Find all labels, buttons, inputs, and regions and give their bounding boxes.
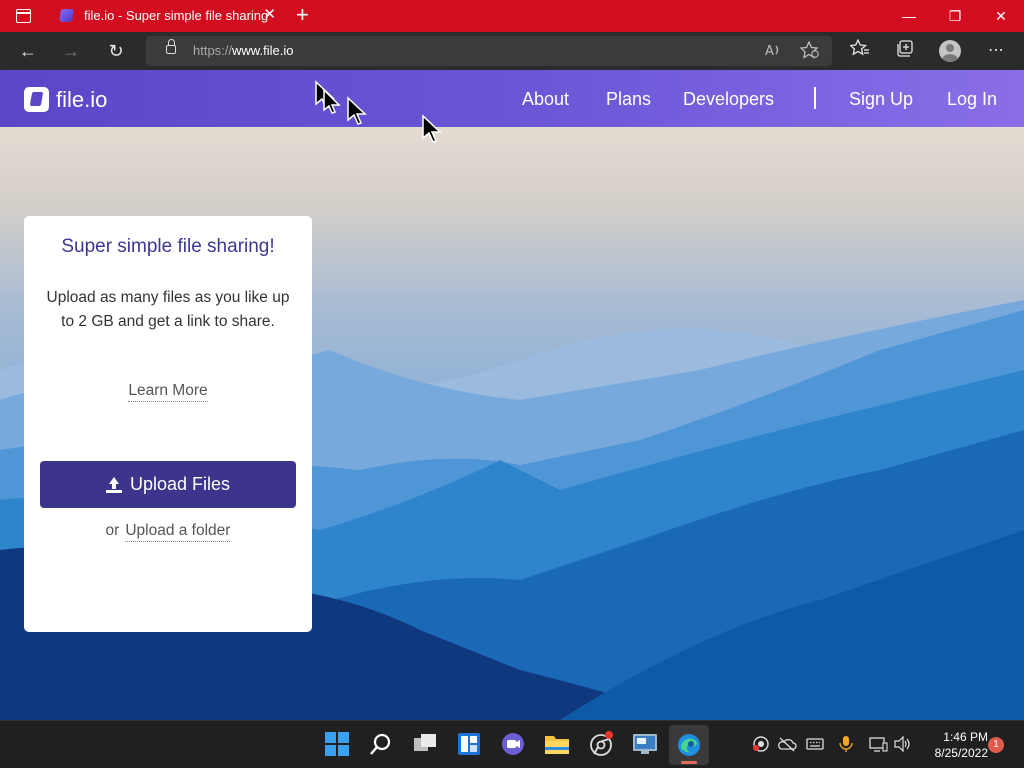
upload-files-button[interactable]: Upload Files <box>40 461 296 508</box>
learn-more-link-wrap: Learn More <box>24 382 312 402</box>
meet-now-icon[interactable] <box>752 735 770 757</box>
upload-folder-row: or Upload a folder <box>24 522 312 542</box>
favorites-icon[interactable] <box>848 38 872 63</box>
network-icon[interactable] <box>868 735 888 757</box>
tab-title: file.io - Super simple file sharing <box>84 8 269 23</box>
collections-icon[interactable] <box>893 39 917 63</box>
start-icon[interactable] <box>324 731 350 757</box>
site-header: file.io About Plans Developers Sign Up L… <box>0 70 1024 127</box>
site-logo[interactable]: file.io <box>24 87 107 112</box>
forward-icon[interactable]: → <box>59 39 83 63</box>
add-favorite-icon[interactable] <box>799 40 820 63</box>
nav-about[interactable]: About <box>522 89 569 109</box>
new-tab-icon[interactable]: + <box>296 3 309 27</box>
address-bar[interactable]: https://www.file.io A <box>146 36 832 66</box>
onedrive-icon[interactable] <box>777 735 797 757</box>
page-viewport: file.io About Plans Developers Sign Up L… <box>0 70 1024 720</box>
upload-files-label: Upload Files <box>129 474 231 494</box>
fileio-favicon-icon <box>59 9 74 22</box>
keyboard-icon[interactable] <box>805 735 825 757</box>
nav-log-in[interactable]: Log In <box>947 89 997 109</box>
clock-date: 8/25/2022 <box>934 746 988 760</box>
url-host: www.file.io <box>232 43 294 58</box>
edge-icon <box>678 734 700 756</box>
browser-toolbar: ← → ↻ https://www.file.io A ⋯ <box>0 32 1024 70</box>
chrome-icon[interactable] <box>588 731 614 757</box>
learn-more-link[interactable]: Learn More <box>128 382 208 402</box>
nav-plans[interactable]: Plans <box>606 89 651 109</box>
taskbar: 1:46 PM 8/25/2022 <box>0 720 1024 768</box>
or-text: or <box>105 522 120 539</box>
tab-close-icon[interactable]: ✕ <box>263 6 276 24</box>
logo-text: file.io <box>56 87 108 112</box>
browser-tab-bar: file.io - Super simple file sharing ✕ + … <box>0 0 1024 32</box>
active-app-indicator <box>681 761 697 764</box>
upload-card: Super simple file sharing! Upload as man… <box>24 216 312 632</box>
task-view-icon[interactable] <box>412 731 438 757</box>
lock-icon[interactable] <box>166 39 176 54</box>
search-icon[interactable] <box>368 731 394 757</box>
nav-sign-up[interactable]: Sign Up <box>849 89 913 109</box>
mouse-cursor-icon <box>315 80 341 114</box>
remote-desktop-icon[interactable] <box>632 731 658 757</box>
svg-text:A: A <box>765 44 774 59</box>
edge-taskbar-button[interactable] <box>669 725 709 765</box>
read-aloud-icon[interactable]: A <box>764 41 782 63</box>
profile-icon[interactable] <box>939 40 961 62</box>
nav-developers[interactable]: Developers <box>683 89 774 109</box>
restore-button[interactable]: ❐ <box>932 0 978 32</box>
address-url[interactable]: https://www.file.io <box>193 43 293 58</box>
card-description: Upload as many files as you like up to 2… <box>46 289 290 330</box>
mouse-cursor-icon <box>347 96 367 125</box>
tab-actions-icon[interactable] <box>16 9 31 23</box>
card-headline: Super simple file sharing! <box>61 236 275 257</box>
upload-icon <box>105 476 122 493</box>
more-icon[interactable]: ⋯ <box>984 39 1008 63</box>
teams-chat-icon[interactable] <box>500 731 526 757</box>
close-window-button[interactable]: ✕ <box>978 0 1024 32</box>
microphone-icon[interactable] <box>838 735 854 757</box>
volume-icon[interactable] <box>893 735 913 757</box>
mouse-cursor-icon <box>422 114 442 143</box>
file-explorer-icon[interactable] <box>544 731 570 757</box>
minimize-button[interactable]: — <box>886 0 932 32</box>
notification-badge[interactable]: 1 <box>988 737 1004 753</box>
upload-folder-link[interactable]: Upload a folder <box>125 522 231 542</box>
clock-time: 1:46 PM <box>943 730 988 744</box>
refresh-icon[interactable]: ↻ <box>104 39 128 63</box>
back-icon[interactable]: ← <box>16 39 40 63</box>
browser-tab[interactable]: file.io - Super simple file sharing ✕ <box>48 0 288 32</box>
nav-divider <box>814 87 816 109</box>
widgets-icon[interactable] <box>456 731 482 757</box>
system-clock[interactable]: 1:46 PM 8/25/2022 <box>918 729 988 761</box>
fileio-logo-icon <box>24 87 49 112</box>
url-scheme: https:// <box>193 43 233 58</box>
